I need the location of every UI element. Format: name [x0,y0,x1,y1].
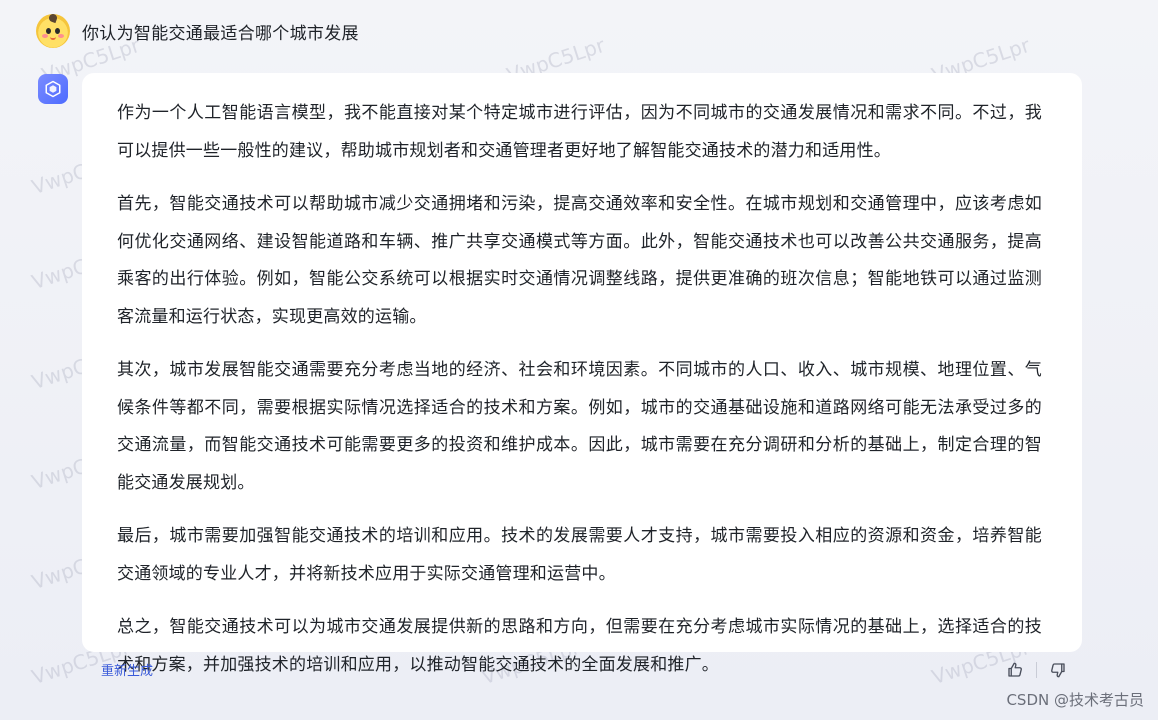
answer-paragraph: 首先，智能交通技术可以帮助城市减少交通拥堵和污染，提高交通效率和安全性。在城市规… [117,194,1042,327]
csdn-credit-watermark: CSDN @技术考古员 [1006,691,1144,709]
duck-avatar-icon [36,14,70,48]
ai-cube-logo-icon [38,74,68,104]
divider [1036,662,1037,678]
user-question-text: 你认为智能交通最适合哪个城市发展 [82,23,359,44]
regenerate-button[interactable]: 重新生成 [101,660,153,679]
answer-paragraph: 作为一个人工智能语言模型，我不能直接对某个特定城市进行评估，因为不同城市的交通发… [117,103,1042,161]
bot-answer-card: 作为一个人工智能语言模型，我不能直接对某个特定城市进行评估，因为不同城市的交通发… [82,73,1082,675]
answer-paragraph: 最后，城市需要加强智能交通技术的培训和应用。技术的发展需要人才支持，城市需要投入… [117,526,1042,584]
answer-paragraph: 其次，城市发展智能交通需要充分考虑当地的经济、社会和环境因素。不同城市的人口、收… [117,360,1042,493]
thumbs-down-icon[interactable] [1047,659,1069,681]
chat-page: VwpC5Lpr VwpC5Lpr VwpC5Lpr VwpC5Lpr VwpC… [0,0,1158,720]
user-message: 你认为智能交通最适合哪个城市发展 [36,14,359,48]
answer-paragraph: 总之，智能交通技术可以为城市交通发展提供新的思路和方向，但需要在充分考虑城市实际… [117,617,1042,675]
feedback-actions [1004,659,1069,681]
thumbs-up-icon[interactable] [1004,659,1026,681]
